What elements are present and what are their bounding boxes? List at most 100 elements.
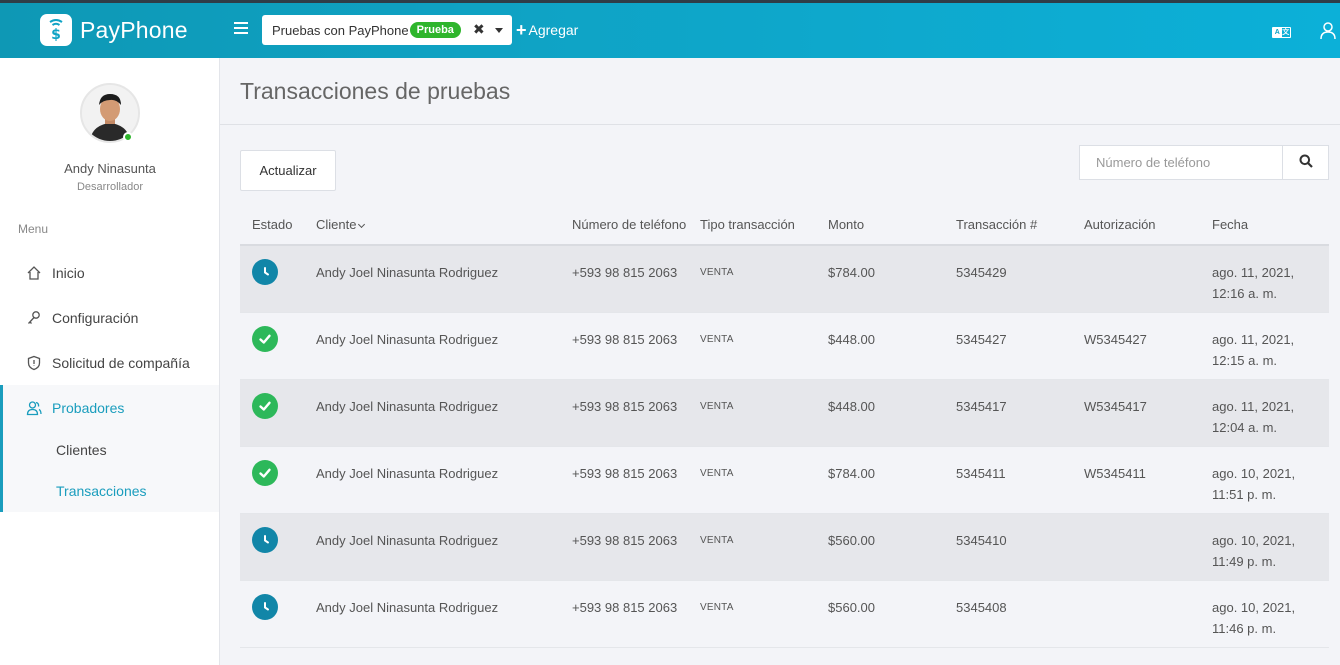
user-profile-icon[interactable] xyxy=(1320,22,1336,40)
status-cell xyxy=(240,312,304,380)
phone-search xyxy=(1079,145,1329,180)
table-row[interactable]: Andy Joel Ninasunta Rodriguez +593 98 815… xyxy=(240,245,1329,313)
phone-cell: +593 98 815 2063 xyxy=(560,513,688,581)
menu-title: Menu xyxy=(18,222,49,236)
add-app-button[interactable]: + Agregar xyxy=(516,21,579,39)
status-cell xyxy=(240,513,304,581)
sidebar-item-probadores[interactable]: Probadores xyxy=(0,385,219,430)
amount-cell: $784.00 xyxy=(816,446,944,514)
time-text: 12:15 a. m. xyxy=(1212,352,1278,368)
date-text: ago. 11, 2021, xyxy=(1212,265,1295,280)
date-cell: ago. 10, 2021, 11:51 p. m. xyxy=(1200,446,1329,514)
sidebar: Andy Ninasunta Desarrollador Menu Inicio… xyxy=(0,58,220,665)
sidebar-item-label: Configuración xyxy=(52,309,139,326)
search-button[interactable] xyxy=(1282,145,1329,180)
language-icon[interactable]: A文 xyxy=(1272,27,1291,38)
sidebar-subitem-transacciones[interactable]: Transacciones xyxy=(56,483,147,499)
date-cell: ago. 10, 2021, 11:46 p. m. xyxy=(1200,580,1329,648)
phone-cell: +593 98 815 2063 xyxy=(560,245,688,313)
user-name: Andy Ninasunta xyxy=(64,161,156,176)
home-icon xyxy=(26,265,42,281)
transaction-id-cell: 5345429 xyxy=(944,245,1072,313)
table-row[interactable]: Andy Joel Ninasunta Rodriguez +593 98 815… xyxy=(240,312,1329,380)
amount-cell: $448.00 xyxy=(816,379,944,447)
column-header-estado: Estado xyxy=(240,205,304,246)
status-cell xyxy=(240,379,304,447)
type-cell: VENTA xyxy=(688,446,816,514)
date-text: ago. 10, 2021, xyxy=(1212,599,1296,615)
transactions-table: Estado Cliente Número de teléfono Tipo t… xyxy=(240,205,1329,648)
sidebar-item-label: Probadores xyxy=(52,399,125,416)
sidebar-group-probadores: Probadores Clientes Transacciones xyxy=(0,385,219,512)
page-header: Transacciones de pruebas xyxy=(220,58,1340,125)
column-header-tipo: Tipo transacción xyxy=(688,205,816,246)
refresh-button[interactable]: Actualizar xyxy=(240,150,336,191)
status-cell xyxy=(240,446,304,514)
amount-cell: $560.00 xyxy=(816,513,944,581)
chevron-down-icon[interactable] xyxy=(495,28,503,33)
clear-selection-icon[interactable]: ✖ xyxy=(473,21,485,38)
table-row[interactable]: Andy Joel Ninasunta Rodriguez +593 98 815… xyxy=(240,580,1329,648)
date-text: ago. 11, 2021, xyxy=(1212,398,1295,414)
date-cell: ago. 10, 2021, 11:49 p. m. xyxy=(1200,513,1329,581)
column-header-transaccion: Transacción # xyxy=(944,205,1072,246)
client-cell: Andy Joel Ninasunta Rodriguez xyxy=(304,446,560,514)
table-row[interactable]: Andy Joel Ninasunta Rodriguez +593 98 815… xyxy=(240,379,1329,447)
column-header-label: Cliente xyxy=(316,217,357,232)
status-cell xyxy=(240,245,304,313)
column-header-fecha: Fecha xyxy=(1200,205,1329,246)
main-content: Transacciones de pruebas Actualizar Esta… xyxy=(220,58,1340,665)
transaction-id-cell: 5345427 xyxy=(944,312,1072,380)
column-header-telefono: Número de teléfono xyxy=(560,205,688,246)
date-cell: ago. 11, 2021, 12:16 a. m. xyxy=(1200,245,1329,313)
amount-cell: $448.00 xyxy=(816,312,944,380)
sidebar-subitem-clientes[interactable]: Clientes xyxy=(56,442,107,458)
clock-icon xyxy=(252,593,278,620)
column-header-cliente[interactable]: Cliente xyxy=(304,205,560,246)
top-header: $ PayPhone Pruebas con PayPhone Prueba ✖… xyxy=(0,3,1340,58)
authorization-cell: W5345411 xyxy=(1072,446,1200,514)
type-cell: VENTA xyxy=(688,513,816,581)
client-cell: Andy Joel Ninasunta Rodriguez xyxy=(304,513,560,581)
authorization-cell xyxy=(1072,245,1200,313)
sidebar-item-solicitud[interactable]: Solicitud de compañía xyxy=(0,340,219,385)
table-row[interactable]: Andy Joel Ninasunta Rodriguez +593 98 815… xyxy=(240,513,1329,581)
phone-cell: +593 98 815 2063 xyxy=(560,312,688,380)
transaction-id-cell: 5345408 xyxy=(944,580,1072,648)
clock-icon xyxy=(252,259,278,285)
type-cell: VENTA xyxy=(688,580,816,648)
client-cell: Andy Joel Ninasunta Rodriguez xyxy=(304,580,560,648)
payphone-logo-icon: $ xyxy=(40,14,72,46)
sidebar-item-configuracion[interactable]: Configuración xyxy=(0,295,219,340)
user-role: Desarrollador xyxy=(76,181,144,193)
table-row[interactable]: Andy Joel Ninasunta Rodriguez +593 98 815… xyxy=(240,446,1329,514)
phone-cell: +593 98 815 2063 xyxy=(560,446,688,514)
type-cell: VENTA xyxy=(688,312,816,380)
phone-cell: +593 98 815 2063 xyxy=(560,580,688,648)
transaction-id-cell: 5345417 xyxy=(944,379,1072,447)
add-app-label: Agregar xyxy=(528,22,579,38)
app-selector[interactable]: Pruebas con PayPhone Prueba ✖ xyxy=(262,15,512,45)
shield-icon xyxy=(26,355,42,371)
amount-cell: $560.00 xyxy=(816,580,944,648)
phone-search-input[interactable] xyxy=(1079,145,1282,180)
app-selector-name: Pruebas con PayPhone xyxy=(272,22,409,38)
client-cell: Andy Joel Ninasunta Rodriguez xyxy=(304,245,560,313)
time-text: 11:51 p. m. xyxy=(1212,486,1277,502)
menu-toggle-icon[interactable] xyxy=(234,22,248,36)
brand-name: PayPhone xyxy=(80,16,188,43)
users-icon xyxy=(26,400,42,416)
client-cell: Andy Joel Ninasunta Rodriguez xyxy=(304,379,560,447)
sidebar-item-inicio[interactable]: Inicio xyxy=(0,250,219,295)
online-status-dot xyxy=(123,132,133,142)
client-cell: Andy Joel Ninasunta Rodriguez xyxy=(304,312,560,380)
authorization-cell xyxy=(1072,513,1200,581)
check-circle-icon xyxy=(252,392,278,419)
brand-logo[interactable]: $ PayPhone xyxy=(40,14,188,46)
transaction-id-cell: 5345411 xyxy=(944,446,1072,514)
key-icon xyxy=(26,310,42,326)
content-panel: Actualizar Estado Cliente Número de telé… xyxy=(220,125,1340,665)
authorization-cell: W5345427 xyxy=(1072,312,1200,380)
column-header-autorizacion: Autorización xyxy=(1072,205,1200,246)
type-cell: VENTA xyxy=(688,379,816,447)
